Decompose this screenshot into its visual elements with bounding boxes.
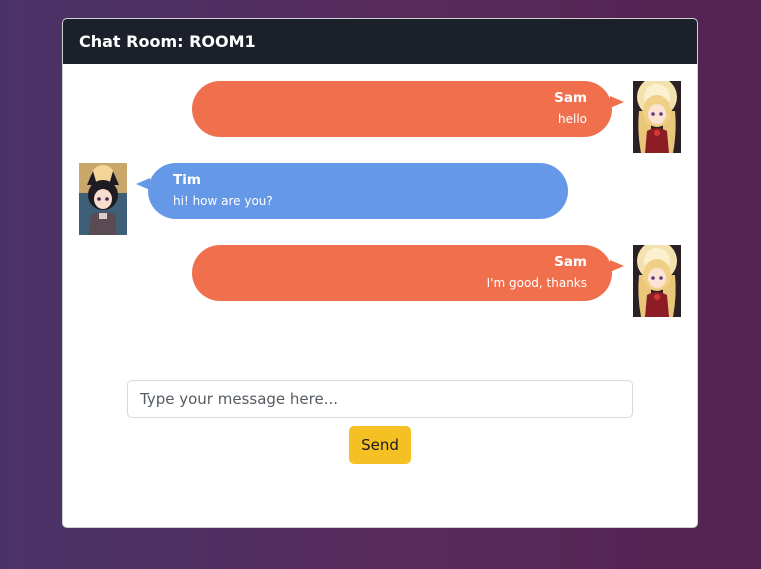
message-composer: Send (127, 380, 633, 464)
message-text: hello (558, 112, 587, 126)
avatar-tim (79, 163, 127, 235)
avatar-sam (633, 245, 681, 317)
send-button[interactable]: Send (349, 426, 411, 464)
message-sender: Sam (554, 90, 587, 106)
message-item: Sam I'm good, thanks (63, 245, 697, 317)
message-sender: Sam (554, 254, 587, 270)
message-item: Tim hi! how are you? (63, 163, 697, 235)
message-bubble: Sam hello (192, 81, 612, 137)
message-text: hi! how are you? (173, 194, 273, 208)
message-sender: Tim (173, 172, 201, 188)
chat-card: Chat Room: ROOM1 Sam hello Tim hi! how a… (62, 18, 698, 528)
message-list: Sam hello Tim hi! how are you? Sam I'm g… (63, 64, 697, 364)
chat-room-title: Chat Room: ROOM1 (63, 19, 697, 64)
message-text: I'm good, thanks (486, 276, 587, 290)
message-item: Sam hello (63, 81, 697, 153)
avatar-sam (633, 81, 681, 153)
message-bubble: Sam I'm good, thanks (192, 245, 612, 301)
message-bubble: Tim hi! how are you? (148, 163, 568, 219)
message-input[interactable] (127, 380, 633, 418)
bubble-tail (610, 260, 624, 272)
bubble-tail (610, 96, 624, 108)
